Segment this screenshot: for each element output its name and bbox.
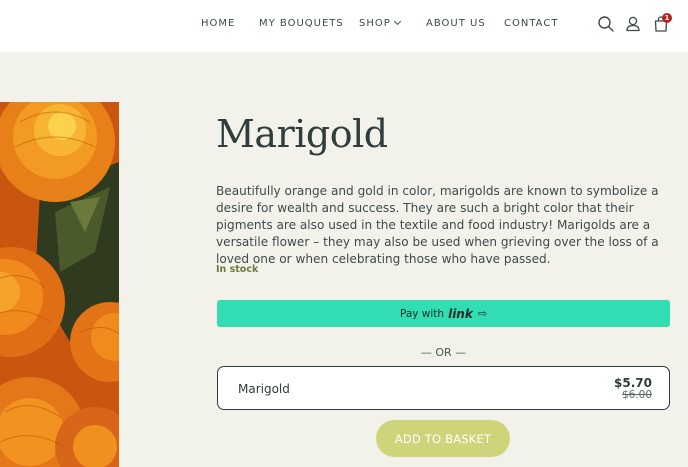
variant-name: Marigold <box>238 382 290 396</box>
nav-my-bouquets[interactable]: MY BOUQUETS <box>259 18 344 29</box>
nav-home[interactable]: HOME <box>201 18 235 29</box>
pay-with-link-button[interactable]: Pay with link ⇨ <box>217 300 670 327</box>
nav-shop[interactable]: SHOP <box>359 17 401 29</box>
variant-price: $5.70 <box>614 376 652 390</box>
variant-option[interactable]: Marigold $5.70 $6.00 <box>217 366 670 410</box>
pay-with-label: Pay with <box>399 307 445 320</box>
or-divider: — OR — <box>420 346 467 359</box>
link-brand-label: link <box>448 306 473 321</box>
search-button[interactable] <box>597 15 615 33</box>
product-description: Beautifully orange and gold in color, ma… <box>216 184 659 266</box>
add-to-basket-button[interactable]: ADD TO BASKET <box>376 420 510 457</box>
variant-original-price: $6.00 <box>621 389 652 401</box>
stock-status: In stock <box>216 264 259 275</box>
nav-contact[interactable]: CONTACT <box>504 18 558 29</box>
product-image <box>0 102 119 467</box>
nav-about-us[interactable]: ABOUT US <box>426 18 486 29</box>
cart-count-badge: 1 <box>662 13 672 23</box>
marigold-photo <box>0 102 119 467</box>
cart-button[interactable]: 1 <box>652 13 672 33</box>
chevron-down-icon <box>393 17 401 26</box>
search-icon <box>598 16 614 32</box>
site-header: HOME MY BOUQUETS SHOP ABOUT US CONTACT 1 <box>0 0 688 52</box>
nav-shop-label: SHOP <box>359 18 391 29</box>
product-title: Marigold <box>216 112 388 156</box>
arrow-right-icon: ⇨ <box>477 307 488 320</box>
account-icon <box>626 16 640 32</box>
account-button[interactable] <box>624 15 642 33</box>
main-nav: HOME MY BOUQUETS SHOP ABOUT US CONTACT <box>0 0 688 52</box>
